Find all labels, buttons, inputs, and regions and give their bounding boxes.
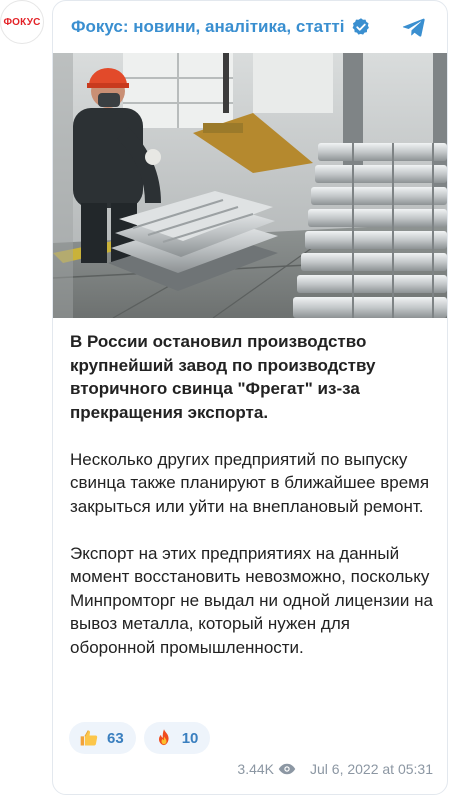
post-photo[interactable] xyxy=(53,53,447,318)
views-count: 3.44K xyxy=(237,761,274,777)
post-header: Фокус: новини, аналітика, статті xyxy=(53,1,447,53)
channel-avatar-logo: ФОКУС xyxy=(3,16,41,28)
reaction-count: 63 xyxy=(107,729,124,747)
thumbs-up-icon xyxy=(80,730,98,746)
reaction-count: 10 xyxy=(181,729,199,747)
fire-icon xyxy=(158,729,169,746)
channel-name[interactable]: Фокус: новини, аналітика, статті xyxy=(71,17,345,37)
factory-scene xyxy=(53,53,447,318)
post-headline: В России остановил производство крупнейш… xyxy=(70,332,376,422)
eye-icon xyxy=(278,763,296,775)
verified-badge-icon xyxy=(352,18,369,35)
post-date[interactable]: Jul 6, 2022 at 05:31 xyxy=(310,761,433,777)
telegram-icon[interactable] xyxy=(401,14,427,40)
post-text: В России остановил производство крупнейш… xyxy=(70,330,435,683)
post-paragraph: Экспорт на этих предприятиях на данный м… xyxy=(70,543,433,657)
post-paragraph: Несколько других предприятий по выпуску … xyxy=(70,449,430,516)
telegram-post-page: ФОКУС Фокус: новини, аналітика, статті В… xyxy=(0,0,450,797)
reaction-thumbs-up[interactable]: 63 xyxy=(69,722,136,754)
reactions-bar: 63 10 xyxy=(69,722,211,754)
post-card: Фокус: новини, аналітика, статті В Росси… xyxy=(52,0,448,795)
post-footer: 3.44K Jul 6, 2022 at 05:31 xyxy=(237,761,433,777)
reaction-fire[interactable]: 10 xyxy=(143,722,211,754)
channel-avatar[interactable]: ФОКУС xyxy=(0,0,44,44)
